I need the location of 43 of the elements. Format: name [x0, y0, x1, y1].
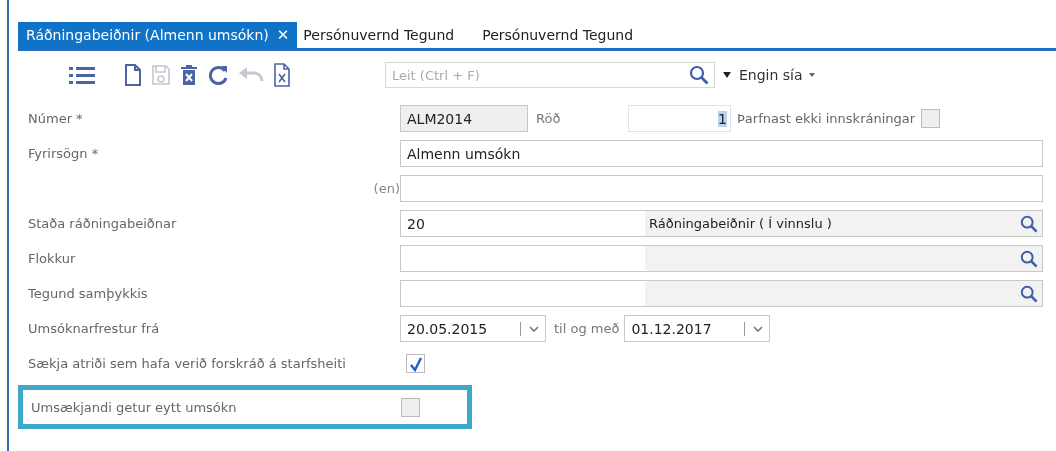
- field-label: Sækja atriði sem hafa verið forskráð á starfsheiti: [28, 356, 346, 371]
- field-label: Þarfnast ekki innskráningar: [737, 111, 916, 126]
- number-field[interactable]: ALM2014: [400, 105, 528, 132]
- field-label: Flokkur: [28, 251, 76, 266]
- list-icon[interactable]: [67, 64, 97, 86]
- search-icon[interactable]: [1020, 249, 1038, 268]
- document-icon[interactable]: [124, 64, 142, 86]
- date-field[interactable]: 20.05.2015: [400, 315, 546, 342]
- lookup-field[interactable]: [400, 280, 1043, 307]
- chevron-icon[interactable]: [529, 325, 539, 332]
- delete-icon[interactable]: [180, 64, 198, 86]
- tab[interactable]: Ráðningabeiðnir (Almenn umsókn) ✕: [18, 22, 298, 48]
- field-label: Staða ráðningabeiðnar: [28, 216, 177, 231]
- checkbox[interactable]: [401, 397, 420, 417]
- field-label: Umsækjandi getur eytt umsókn: [31, 399, 237, 415]
- text-field[interactable]: Almenn umsókn: [400, 140, 1043, 167]
- filter-dropdown[interactable]: Engin sía: [739, 67, 815, 83]
- language-label: (en): [373, 181, 400, 196]
- field-label: Tegund samþykkis: [28, 286, 148, 301]
- lookup-field[interactable]: [400, 245, 1043, 272]
- caret-icon: [808, 73, 815, 77]
- order-field[interactable]: 1: [628, 105, 731, 132]
- search-field[interactable]: Leit (Ctrl + F): [385, 62, 715, 88]
- search-icon[interactable]: [1020, 284, 1038, 303]
- checkbox[interactable]: [921, 109, 941, 128]
- field-label: Fyrirsögn *: [28, 146, 99, 161]
- tab[interactable]: Persónuvernd Tegund: [476, 22, 656, 48]
- text-field[interactable]: [400, 175, 1043, 202]
- checkbox[interactable]: [406, 354, 425, 373]
- close-icon[interactable]: ✕: [276, 26, 290, 44]
- refresh-icon[interactable]: [207, 64, 229, 86]
- caret-icon[interactable]: [723, 72, 731, 78]
- search-icon[interactable]: [1020, 214, 1038, 233]
- spreadsheet-icon[interactable]: [273, 63, 291, 87]
- lookup-field[interactable]: 20 Ráðningabeiðnir ( Í vinnslu ): [400, 210, 1043, 237]
- field-label: Umsóknarfrestur frá: [28, 321, 160, 336]
- chevron-icon[interactable]: [753, 325, 764, 332]
- field-label: Númer *: [28, 111, 83, 126]
- field-label: Röð: [535, 111, 562, 126]
- tab[interactable]: Persónuvernd Tegund: [297, 22, 477, 48]
- date-field[interactable]: 01.12.2017: [624, 315, 771, 342]
- field-label: til og með: [554, 321, 620, 336]
- search-icon[interactable]: [689, 65, 709, 85]
